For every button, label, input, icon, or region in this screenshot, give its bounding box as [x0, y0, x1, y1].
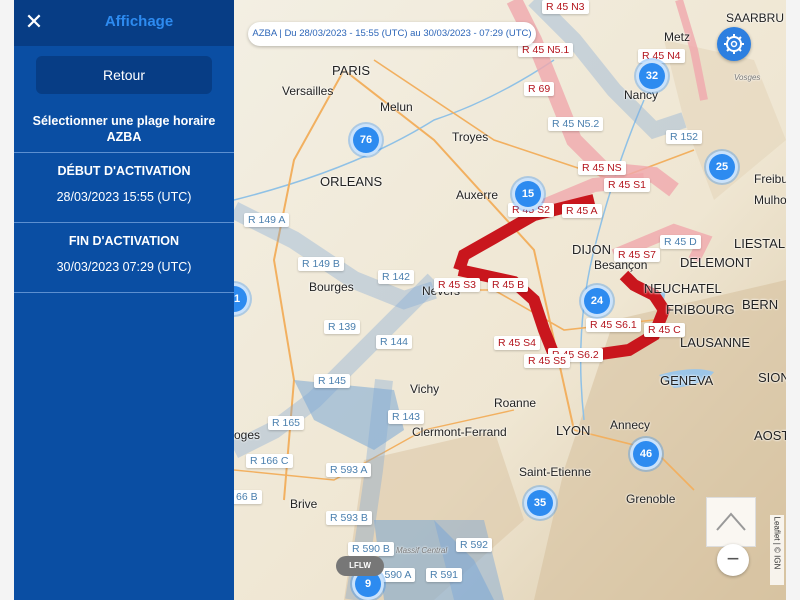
city-label: oges	[234, 428, 261, 442]
city-label: Mulho	[754, 193, 786, 207]
back-button[interactable]: Retour	[36, 56, 212, 94]
city-label: Melun	[380, 100, 413, 114]
aircraft-label[interactable]: LFLW	[336, 556, 384, 576]
right-gutter	[786, 0, 800, 600]
start-activation-value[interactable]: 28/03/2023 15:55 (UTC)	[14, 190, 234, 204]
city-label: Versailles	[282, 84, 334, 98]
zone-label[interactable]: 66 B	[234, 490, 262, 504]
city-label: LIESTAL	[734, 236, 786, 251]
city-label: SION	[758, 370, 786, 385]
divider	[14, 152, 234, 153]
region-label: Massif Central	[396, 546, 448, 555]
gear-icon[interactable]	[717, 27, 751, 61]
region-label: Vosges	[734, 73, 761, 82]
zone-label[interactable]: R 591	[426, 568, 463, 582]
start-activation-label: DÉBUT D'ACTIVATION	[57, 164, 191, 178]
zoom-out-button[interactable]: −	[717, 544, 749, 576]
city-label: Saint-Etienne	[519, 465, 592, 479]
zone-label[interactable]: R 69	[524, 82, 555, 96]
zone-label[interactable]: R 45 S3	[434, 278, 480, 292]
cluster-marker[interactable]: 25	[706, 151, 738, 183]
attribution-text: Leaflet | © IGN	[772, 516, 782, 570]
city-label: DIJON	[572, 242, 611, 257]
sidebar-title: Affichage	[104, 13, 174, 30]
attribution: Leaflet | © IGN	[770, 515, 784, 585]
zone-label[interactable]: R 45 D	[660, 235, 701, 249]
zone-label[interactable]: R 143	[388, 410, 425, 424]
close-icon[interactable]: ✕	[20, 8, 48, 36]
city-label: Grenoble	[626, 492, 676, 506]
city-label: NEUCHATEL	[644, 281, 722, 296]
zone-label[interactable]: R 45 B	[488, 278, 529, 292]
zone-label[interactable]: R 152	[666, 130, 703, 144]
sidebar: ✕ Affichage Retour Sélectionner une plag…	[14, 0, 234, 600]
sidebar-header: ✕ Affichage	[14, 0, 234, 46]
cluster-marker[interactable]: 32	[636, 60, 668, 92]
city-label: LAUSANNE	[680, 335, 751, 350]
zone-label[interactable]: R 139	[324, 320, 361, 334]
city-label: LYON	[556, 423, 591, 438]
cluster-marker[interactable]: 15	[512, 178, 544, 210]
zone-label[interactable]: R 593 B	[326, 511, 372, 525]
zone-label[interactable]: R 149 B	[298, 257, 344, 271]
zone-label[interactable]: R 165	[268, 416, 305, 430]
select-time-range-label: Sélectionner une plage horaire AZBA	[24, 113, 224, 145]
cluster-marker[interactable]: 76	[350, 124, 382, 156]
divider	[14, 292, 234, 293]
city-label: Auxerre	[456, 188, 499, 202]
city-label: SAARBRU	[726, 11, 785, 25]
activation-period-banner: AZBA | Du 28/03/2023 - 15:55 (UTC) au 30…	[248, 22, 536, 46]
city-label: GENEVA	[660, 373, 714, 388]
cluster-marker[interactable]: 46	[630, 438, 662, 470]
zone-label[interactable]: R 590 B	[348, 542, 394, 556]
zone-label[interactable]: R 142	[378, 270, 415, 284]
zone-label[interactable]: R 45 S4	[494, 336, 540, 350]
city-label: AOSTA	[754, 428, 786, 443]
city-label: Vichy	[410, 382, 440, 396]
zone-label[interactable]: R 144	[376, 335, 413, 349]
zone-label[interactable]: R 592	[456, 538, 493, 552]
cluster-marker[interactable]: 35	[524, 487, 556, 519]
zone-label[interactable]: R 593 A	[326, 463, 372, 477]
zone-label[interactable]: R 149 A	[244, 213, 290, 227]
city-label: Roanne	[494, 396, 537, 410]
zone-label[interactable]: R 45 S6.1	[586, 318, 641, 332]
zone-label[interactable]: R 45 NS	[578, 161, 626, 175]
left-gutter	[0, 0, 14, 600]
city-label: Metz	[664, 30, 691, 44]
zone-label[interactable]: R 145	[314, 374, 351, 388]
city-label: Annecy	[610, 418, 651, 432]
city-label: Freibu	[754, 172, 786, 186]
end-activation-label: FIN D'ACTIVATION	[68, 234, 180, 248]
end-activation-value[interactable]: 30/03/2023 07:29 (UTC)	[14, 260, 234, 274]
select-label-line1: Sélectionner une plage horaire	[32, 114, 216, 128]
divider	[14, 222, 234, 223]
zone-label[interactable]: R 45 S5	[524, 354, 570, 368]
zone-label[interactable]: R 45 S1	[604, 178, 650, 192]
city-label: BERN	[742, 297, 779, 312]
city-label: Bourges	[309, 280, 354, 294]
city-label: Clermont-Ferrand	[412, 425, 507, 439]
select-label-line2: AZBA	[106, 130, 142, 144]
city-label: PARIS	[332, 63, 371, 78]
zone-label[interactable]: R 45 S7	[614, 248, 660, 262]
zone-label[interactable]: R 45 C	[644, 323, 685, 337]
city-label: FRIBOURG	[666, 302, 735, 317]
map[interactable]: PARIS Versailles Melun Troyes ORLEANS Au…	[234, 0, 786, 600]
zone-label[interactable]: R 166 C	[246, 454, 293, 468]
city-label: Troyes	[452, 130, 489, 144]
city-label: ORLEANS	[320, 174, 383, 189]
cluster-marker[interactable]: 24	[581, 285, 613, 317]
zone-label[interactable]: R 45 N3	[542, 0, 589, 14]
zone-label[interactable]: R 45 A	[562, 204, 602, 218]
city-label: DELEMONT	[680, 255, 753, 270]
city-label: Brive	[290, 497, 318, 511]
zone-label[interactable]: R 45 N5.2	[548, 117, 604, 131]
mountain-icon[interactable]	[706, 497, 756, 547]
